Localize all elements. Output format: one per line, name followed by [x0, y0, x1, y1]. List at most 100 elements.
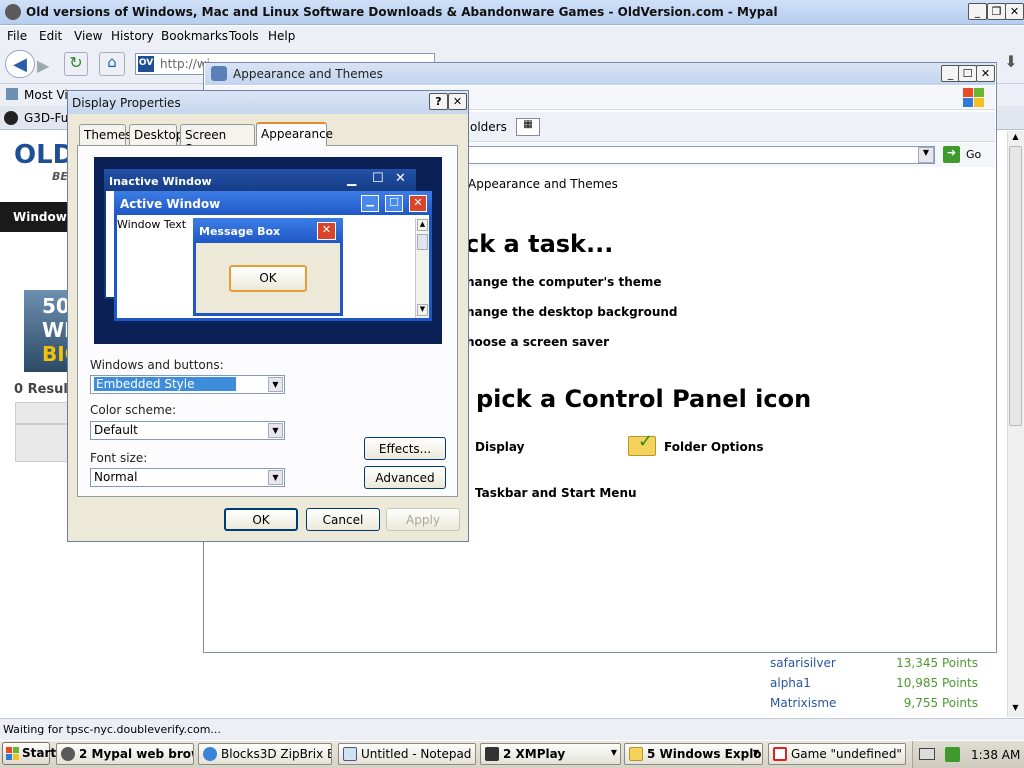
color-scheme-select[interactable]: Default ▼: [90, 421, 285, 440]
results-row-1: [15, 402, 70, 424]
start-button[interactable]: Start: [2, 742, 56, 765]
taskbar-game[interactable]: Game "undefined": [768, 743, 906, 765]
tab-appearance[interactable]: Appearance: [256, 122, 333, 146]
dialog-title: Display Properties: [72, 96, 181, 110]
ie-icon: [203, 747, 217, 761]
scroll-down-icon[interactable]: ▼: [1009, 703, 1022, 716]
taskbar-item-label: 5 Windows Explorer: [647, 747, 762, 761]
scroll-up-icon[interactable]: ▲: [1009, 132, 1022, 145]
menu-edit[interactable]: Edit: [39, 29, 62, 43]
site-logo[interactable]: OLD: [14, 140, 74, 170]
ad-line-2: WE: [42, 318, 78, 342]
address-dropdown-icon[interactable]: ▼: [918, 147, 934, 163]
minimize-button[interactable]: _: [968, 3, 987, 20]
xmplay-icon: [485, 747, 499, 761]
tab-themes[interactable]: Themes: [79, 124, 132, 145]
preview-ok-button: OK: [229, 265, 307, 292]
clock[interactable]: 1:38 AM: [971, 748, 1020, 762]
font-size-select[interactable]: Normal ▼: [90, 468, 285, 487]
preview-window-text: Window Text: [117, 218, 187, 231]
tab-desktop[interactable]: Desktop: [129, 124, 184, 145]
menu-file[interactable]: File: [7, 29, 27, 43]
task-change-background[interactable]: hange the desktop background: [466, 305, 678, 319]
windows-buttons-select[interactable]: Embedded Style ▼: [90, 375, 285, 394]
explorer-close-button[interactable]: ✕: [976, 65, 995, 82]
task-screen-saver[interactable]: hoose a screen saver: [466, 335, 609, 349]
tab-screen-saver[interactable]: Screen Saver: [180, 124, 255, 156]
explorer-maximize-button[interactable]: ☐: [958, 65, 977, 82]
preview-inactive-title-bar: Inactive Window ▁ ☐ ✕: [104, 169, 416, 191]
downloads-icon[interactable]: ⬇: [1000, 52, 1022, 76]
leaderboard-name[interactable]: Matrixisme: [770, 696, 836, 710]
network-icon[interactable]: [945, 747, 960, 762]
pick-icon-heading: pick a Control Panel icon: [476, 385, 812, 413]
go-arrow-icon[interactable]: ➜: [943, 146, 960, 163]
close-button[interactable]: ✕: [1005, 3, 1024, 20]
scrollbar-thumb[interactable]: [1009, 146, 1022, 426]
preview-inactive-max-icon: ☐: [372, 171, 384, 186]
folders-button[interactable]: olders: [470, 120, 507, 134]
cancel-button[interactable]: Cancel: [306, 508, 380, 531]
menu-view[interactable]: View: [74, 29, 102, 43]
folder-options-link[interactable]: Folder Options: [664, 440, 763, 454]
windows-buttons-value: Embedded Style: [94, 377, 237, 391]
control-panel-icon: [211, 66, 227, 81]
chevron-down-icon: ▼: [268, 377, 283, 392]
restore-button[interactable]: ❐: [987, 3, 1006, 20]
color-scheme-value: Default: [94, 423, 138, 437]
leaderboard-points: 9,755 Points: [903, 696, 978, 710]
notepad-icon: [343, 747, 357, 761]
reload-icon[interactable]: ↻: [64, 52, 88, 76]
home-icon[interactable]: ⌂: [99, 52, 125, 76]
browser-title-bar: Old versions of Windows, Mac and Linux S…: [0, 0, 1024, 25]
taskbar-notepad[interactable]: Untitled - Notepad: [338, 743, 476, 765]
folder-icon: [629, 747, 643, 761]
views-icon[interactable]: ▦: [516, 118, 540, 136]
taskbar-xmplay[interactable]: 2 XMPlay ▼: [480, 743, 621, 765]
pick-task-heading: ck a task...: [465, 230, 614, 258]
menu-bar: File Edit View History Bookmarks Tools H…: [0, 26, 1024, 46]
apply-button[interactable]: Apply: [386, 508, 460, 531]
ad-line-3: BIG: [42, 342, 82, 366]
explorer-title-bar: Appearance and Themes _ ☐ ✕: [205, 63, 995, 85]
ok-button[interactable]: OK: [224, 508, 298, 531]
windows-logo-icon: [6, 747, 19, 760]
taskbar-start-menu-link[interactable]: Taskbar and Start Menu: [475, 486, 637, 500]
font-size-label: Font size:: [90, 451, 148, 465]
leaderboard-name[interactable]: safarisilver: [770, 656, 836, 670]
dialog-close-button[interactable]: ✕: [448, 93, 467, 110]
leaderboard-points: 10,985 Points: [896, 676, 978, 690]
github-icon: [4, 111, 18, 125]
status-bar: Waiting for tpsc-nyc.doubleverify.com...: [0, 718, 1024, 740]
taskbar-blocks3d[interactable]: Blocks3D ZipBrix Be...: [198, 743, 332, 765]
dialog-title-bar: Display Properties ? ✕: [68, 91, 468, 114]
advanced-button[interactable]: Advanced: [364, 466, 446, 489]
ad-line-1: 50: [42, 294, 70, 318]
keyboard-icon[interactable]: [919, 748, 935, 760]
address-field[interactable]: [465, 146, 935, 164]
preview-active-title: Active Window: [120, 197, 221, 211]
menu-bookmarks[interactable]: Bookmarks: [161, 29, 228, 43]
menu-history[interactable]: History: [111, 29, 154, 43]
menu-help[interactable]: Help: [268, 29, 295, 43]
taskbar-mypal[interactable]: 2 Mypal web browser: [56, 743, 194, 765]
display-link[interactable]: Display: [475, 440, 524, 454]
menu-tools[interactable]: Tools: [229, 29, 259, 43]
help-button[interactable]: ?: [429, 93, 448, 110]
browser-title: Old versions of Windows, Mac and Linux S…: [26, 5, 778, 19]
mypal-icon: [5, 4, 21, 20]
taskbar-item-label: Blocks3D ZipBrix Be...: [221, 747, 331, 761]
task-change-theme[interactable]: hange the computer's theme: [466, 275, 662, 289]
windows-buttons-label: Windows and buttons:: [90, 358, 224, 372]
folder-options-icon[interactable]: ✓: [628, 431, 656, 457]
go-button[interactable]: Go: [966, 148, 981, 161]
nav-windows[interactable]: Windows: [0, 202, 74, 232]
advertisement[interactable]: 50 WE BIG: [24, 290, 82, 372]
system-tray: 1:38 AM: [912, 741, 1024, 768]
back-button[interactable]: ◀: [5, 50, 35, 78]
taskbar-explorer[interactable]: 5 Windows Explorer ▼: [624, 743, 763, 765]
chevron-down-icon: ▼: [268, 423, 283, 438]
forward-icon[interactable]: ▶: [37, 56, 49, 75]
leaderboard-name[interactable]: alpha1: [770, 676, 811, 690]
effects-button[interactable]: Effects...: [364, 437, 446, 460]
